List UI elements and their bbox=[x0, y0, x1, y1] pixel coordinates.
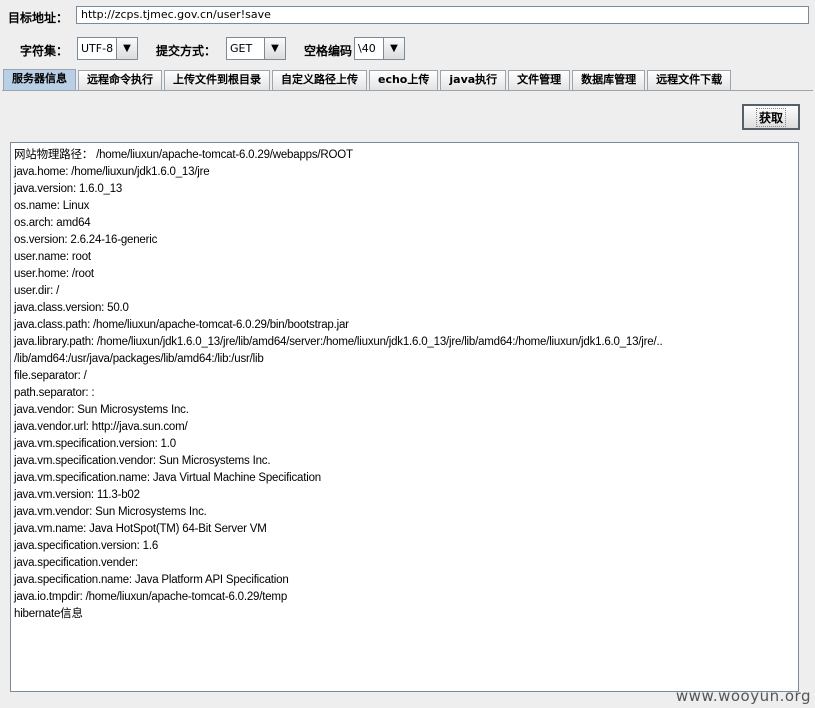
tab-divider bbox=[2, 90, 813, 91]
tab-file-manager[interactable]: 文件管理 bbox=[508, 70, 571, 90]
space-encoding-value: \40 bbox=[358, 42, 376, 55]
output-line: java.vm.specification.version: 1.0 bbox=[14, 438, 176, 450]
output-line: file.separator: / bbox=[14, 370, 87, 382]
output-line: java.home: /home/liuxun/jdk1.6.0_13/jre bbox=[14, 166, 210, 178]
output-line: java.vm.vendor: Sun Microsystems Inc. bbox=[14, 506, 207, 518]
fetch-button-label: 获取 bbox=[755, 107, 786, 127]
tab-database-manager[interactable]: 数据库管理 bbox=[572, 70, 646, 90]
output-line: java.vendor.url: http://java.sun.com/ bbox=[14, 421, 188, 433]
tab-custom-path-upload[interactable]: 自定义路径上传 bbox=[272, 70, 367, 90]
output-line: java.vendor: Sun Microsystems Inc. bbox=[14, 404, 189, 416]
output-line: java.specification.version: 1.6 bbox=[14, 540, 159, 552]
output-line: /lib/amd64:/usr/java/packages/lib/amd64:… bbox=[14, 353, 264, 365]
output-line: java.vm.version: 11.3-b02 bbox=[14, 489, 140, 501]
tab-upload-root[interactable]: 上传文件到根目录 bbox=[164, 70, 270, 90]
fetch-button[interactable]: 获取 bbox=[742, 104, 800, 130]
method-value: GET bbox=[230, 42, 253, 55]
output-textarea[interactable]: 网站物理路径： /home/liuxun/apache-tomcat-6.0.2… bbox=[10, 142, 799, 692]
output-line: path.separator: : bbox=[14, 387, 95, 399]
output-line: java.specification.vender: bbox=[14, 557, 138, 569]
tab-bar: 服务器信息 远程命令执行 上传文件到根目录 自定义路径上传 echo上传 jav… bbox=[3, 69, 733, 91]
output-line: user.home: /root bbox=[14, 268, 94, 280]
output-line: os.arch: amd64 bbox=[14, 217, 91, 229]
output-line: java.class.version: 50.0 bbox=[14, 302, 129, 314]
output-line: java.vm.name: Java HotSpot(TM) 64-Bit Se… bbox=[14, 523, 267, 535]
charset-value: UTF-8 bbox=[81, 42, 114, 55]
tab-server-info[interactable]: 服务器信息 bbox=[3, 69, 76, 91]
output-line: java.vm.specification.name: Java Virtual… bbox=[14, 472, 321, 484]
output-line: os.version: 2.6.24-16-generic bbox=[14, 234, 158, 246]
watermark: www.wooyun.org bbox=[675, 687, 811, 705]
output-line: java.class.path: /home/liuxun/apache-tom… bbox=[14, 319, 349, 331]
charset-select[interactable]: UTF-8 ▼ bbox=[77, 37, 138, 60]
output-line: java.vm.specification.vendor: Sun Micros… bbox=[14, 455, 271, 467]
output-line: java.io.tmpdir: /home/liuxun/apache-tomc… bbox=[14, 591, 288, 603]
tab-java-exec[interactable]: java执行 bbox=[440, 70, 507, 90]
target-url-input[interactable]: http://zcps.tjmec.gov.cn/user!save bbox=[76, 6, 809, 24]
chevron-down-icon[interactable]: ▼ bbox=[264, 38, 285, 59]
output-line: os.name: Linux bbox=[14, 200, 90, 212]
charset-label: 字符集： bbox=[20, 44, 69, 58]
method-label: 提交方式： bbox=[156, 44, 217, 58]
output-line: java.version: 1.6.0_13 bbox=[14, 183, 123, 195]
output-line: 网站物理路径： /home/liuxun/apache-tomcat-6.0.2… bbox=[14, 149, 353, 161]
output-line: user.dir: / bbox=[14, 285, 60, 297]
method-select[interactable]: GET ▼ bbox=[226, 37, 286, 60]
output-line: java.library.path: /home/liuxun/jdk1.6.0… bbox=[14, 336, 663, 348]
tab-remote-command[interactable]: 远程命令执行 bbox=[78, 70, 162, 90]
chevron-down-icon[interactable]: ▼ bbox=[383, 38, 404, 59]
tab-echo-upload[interactable]: echo上传 bbox=[369, 70, 439, 90]
chevron-down-icon[interactable]: ▼ bbox=[116, 38, 137, 59]
output-line: user.name: root bbox=[14, 251, 91, 263]
target-url-label: 目标地址： bbox=[8, 11, 69, 25]
output-line: java.specification.name: Java Platform A… bbox=[14, 574, 289, 586]
tab-remote-download[interactable]: 远程文件下载 bbox=[647, 70, 732, 90]
space-encoding-label: 空格编码 bbox=[304, 44, 353, 58]
space-encoding-select[interactable]: \40 ▼ bbox=[354, 37, 405, 60]
output-line: hibernate信息 bbox=[14, 608, 83, 620]
